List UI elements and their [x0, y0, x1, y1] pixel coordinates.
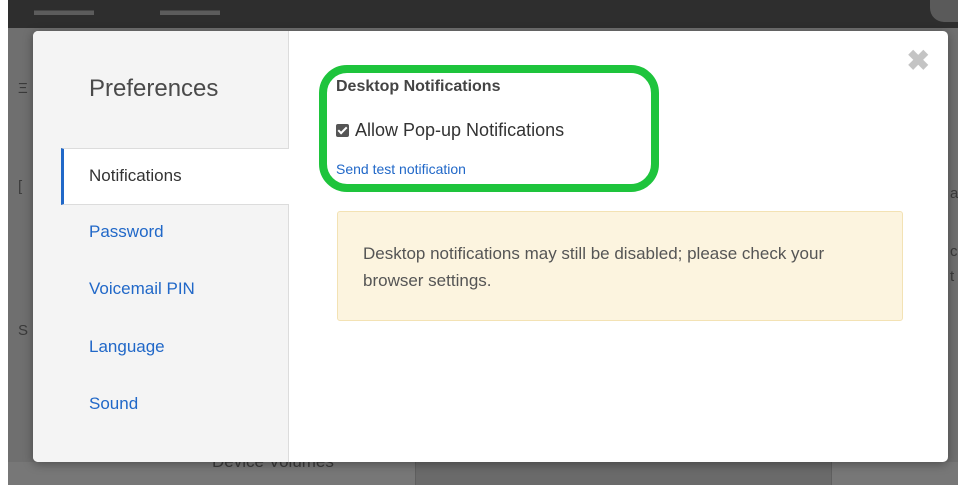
- sidebar-item-sound[interactable]: Sound: [89, 394, 138, 414]
- background-fragment: t: [950, 268, 955, 285]
- sidebar-title: Preferences: [89, 75, 219, 102]
- background-bottom-panel: [415, 462, 832, 485]
- preferences-modal: Preferences Notifications Password Voice…: [33, 31, 948, 462]
- sidebar-item-password[interactable]: Password: [89, 222, 164, 242]
- allow-popup-notifications-checkbox[interactable]: [336, 124, 349, 137]
- allow-popup-notifications-label[interactable]: Allow Pop-up Notifications: [355, 120, 564, 141]
- allow-popup-notifications-checkbox-row[interactable]: Allow Pop-up Notifications: [336, 120, 564, 141]
- background-avatar: [930, 0, 958, 22]
- background-fragment: Ξ: [18, 80, 28, 97]
- background-topbar-text: ▬▬▬▬: [160, 2, 220, 19]
- background-fragment: a: [950, 185, 958, 202]
- background-fragment: S: [18, 322, 29, 339]
- alert-message: Desktop notifications may still be disab…: [363, 244, 825, 290]
- background-fragment: c: [950, 243, 958, 260]
- preferences-sidebar: Preferences Notifications Password Voice…: [33, 31, 289, 462]
- background-topbar: ▬▬▬▬ ▬▬▬▬: [8, 0, 958, 28]
- send-test-notification-link[interactable]: Send test notification: [336, 161, 466, 177]
- sidebar-item-language[interactable]: Language: [89, 337, 165, 357]
- background-fragment: [: [18, 178, 23, 195]
- preferences-content: Desktop Notifications Allow Pop-up Notif…: [289, 31, 948, 462]
- close-icon[interactable]: ✖: [907, 47, 930, 75]
- background-topbar-text: ▬▬▬▬: [34, 2, 94, 19]
- browser-settings-alert: Desktop notifications may still be disab…: [337, 211, 903, 321]
- background-left-edge: [0, 0, 8, 485]
- desktop-notifications-heading: Desktop Notifications: [336, 78, 501, 95]
- sidebar-item-voicemail-pin[interactable]: Voicemail PIN: [89, 279, 195, 299]
- sidebar-item-label: Notifications: [89, 166, 182, 185]
- sidebar-item-notifications[interactable]: Notifications: [61, 148, 289, 205]
